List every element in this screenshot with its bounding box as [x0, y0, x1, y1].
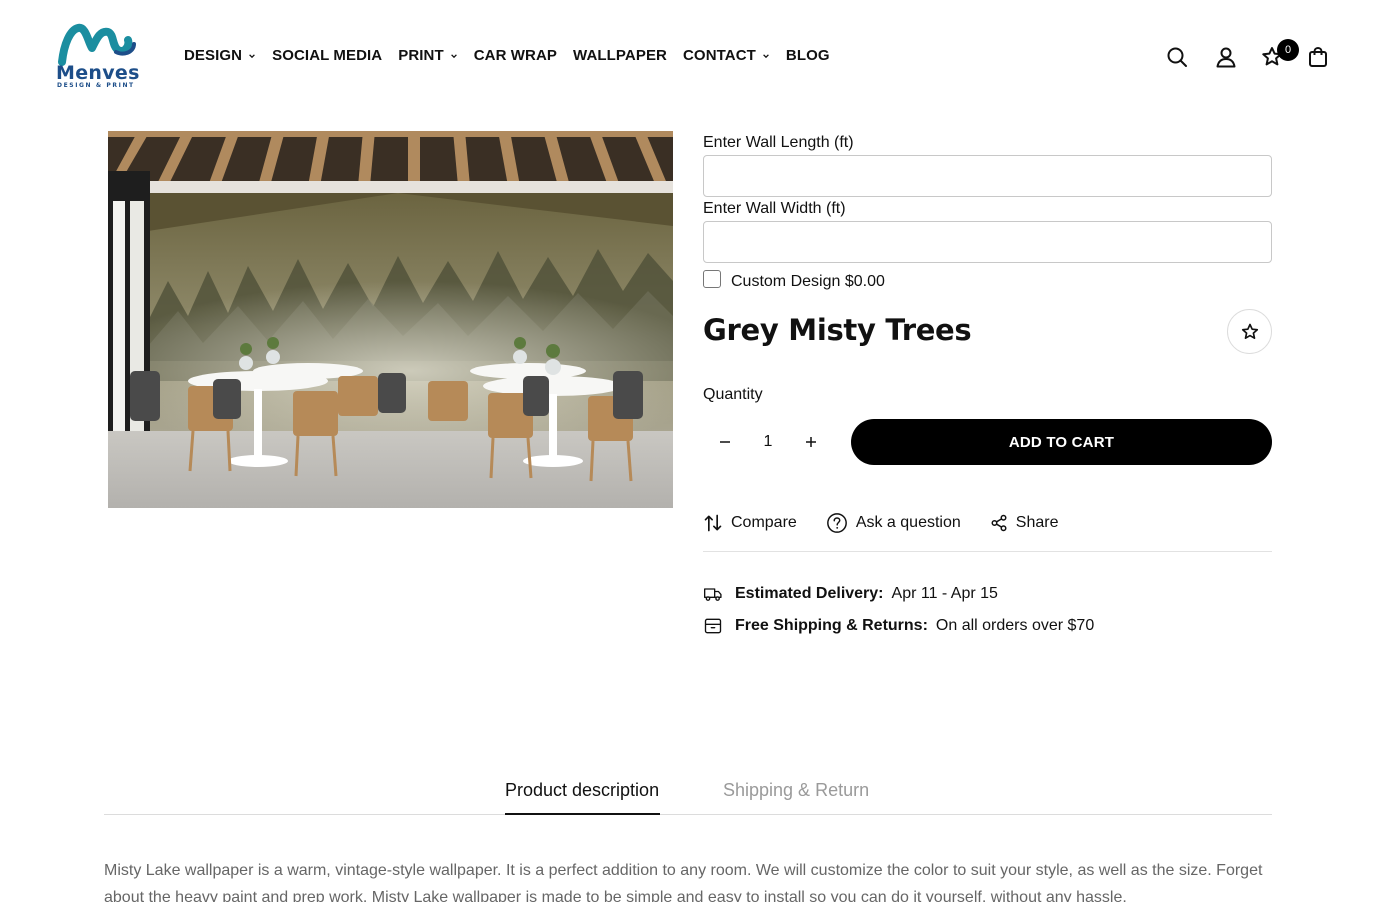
share-button[interactable]: Share: [990, 514, 1059, 532]
wall-length-input[interactable]: [703, 155, 1272, 197]
chevron-down-icon: [763, 53, 769, 58]
nav-item-car-wrap[interactable]: CAR WRAP: [474, 47, 557, 64]
minus-icon: [720, 441, 730, 443]
share-icon: [991, 514, 1007, 532]
wall-width-label: Enter Wall Width (ft): [703, 200, 846, 217]
question-icon: [826, 513, 847, 533]
delivery-value: Apr 11 - Apr 15: [891, 585, 998, 602]
nav-item-label: CONTACT: [683, 47, 756, 64]
nav-item-print[interactable]: PRINT: [398, 47, 458, 64]
star-icon: [1241, 323, 1258, 339]
nav-item-label: SOCIAL MEDIA: [272, 47, 383, 64]
quantity-increase-button[interactable]: [789, 419, 833, 465]
logo-tagline: DESIGN & PRINT: [57, 82, 135, 89]
ask-question-button[interactable]: Ask a question: [826, 512, 961, 534]
wishlist-count-badge: 0: [1277, 39, 1299, 61]
quantity-label: Quantity: [703, 386, 763, 403]
truck-icon: [704, 588, 722, 601]
custom-design-checkbox[interactable]: [703, 270, 721, 288]
logo-mark-icon: [58, 23, 136, 66]
ask-question-label: Ask a question: [855, 514, 961, 531]
nav-item-contact[interactable]: CONTACT: [683, 47, 770, 64]
nav-item-label: BLOG: [785, 47, 830, 64]
quantity-stepper: 1: [703, 419, 833, 465]
nav-item-label: CAR WRAP: [473, 47, 558, 64]
product-tabs: Product description Shipping & Return: [104, 771, 1272, 815]
chevron-down-icon: [450, 53, 457, 58]
shipping-value: On all orders over $70: [935, 617, 1095, 634]
active-tab-indicator: [505, 813, 660, 815]
tab-shipping-return[interactable]: Shipping & Return: [723, 780, 869, 801]
quantity-decrease-button[interactable]: [703, 419, 747, 465]
shipping-label: Free Shipping & Returns:: [735, 617, 928, 634]
bag-icon[interactable]: [1306, 45, 1330, 69]
quantity-value[interactable]: 1: [748, 433, 788, 451]
nav-item-social-media[interactable]: SOCIAL MEDIA: [272, 47, 382, 64]
product-title: Grey Misty Trees: [703, 313, 972, 347]
plus-icon: [806, 437, 816, 447]
compare-icon: [704, 514, 722, 532]
nav-item-design[interactable]: DESIGN: [184, 47, 256, 64]
delivery-label: Estimated Delivery:: [735, 585, 884, 602]
product-actions: Compare Ask a question Share: [703, 512, 1087, 534]
nav-item-wallpaper[interactable]: WALLPAPER: [573, 47, 667, 64]
estimated-delivery: Estimated Delivery: Apr 11 - Apr 15: [703, 584, 998, 604]
custom-design-option[interactable]: Custom Design $0.00: [703, 270, 885, 291]
custom-design-label: Custom Design $0.00: [731, 273, 885, 290]
add-to-cart-button[interactable]: ADD TO CART: [851, 419, 1272, 465]
wall-length-label: Enter Wall Length (ft): [703, 134, 854, 151]
nav-item-blog[interactable]: BLOG: [786, 47, 830, 64]
compare-label: Compare: [731, 514, 797, 531]
product-description-text: Misty Lake wallpaper is a warm, vintage-…: [104, 862, 1263, 902]
add-to-wishlist-button[interactable]: [1227, 309, 1272, 354]
divider: [703, 551, 1272, 552]
nav-item-label: WALLPAPER: [573, 47, 667, 64]
logo-text: Menves: [56, 62, 140, 84]
free-shipping: Free Shipping & Returns: On all orders o…: [703, 616, 1094, 636]
compare-button[interactable]: Compare: [703, 513, 797, 533]
wall-width-input[interactable]: [703, 221, 1272, 263]
share-label: Share: [1015, 514, 1059, 531]
site-header: Menves DESIGN & PRINT DESIGN SOCIAL MEDI…: [0, 0, 1389, 110]
tab-product-description[interactable]: Product description: [505, 780, 659, 801]
nav-item-label: DESIGN: [184, 47, 243, 64]
chevron-down-icon: [249, 53, 255, 58]
brand-logo[interactable]: Menves DESIGN & PRINT: [54, 22, 144, 92]
user-icon[interactable]: [1214, 45, 1238, 69]
box-icon: [704, 618, 722, 634]
search-icon[interactable]: [1165, 45, 1189, 69]
product-image[interactable]: [108, 131, 673, 508]
nav-item-label: PRINT: [398, 47, 444, 64]
main-nav: DESIGN SOCIAL MEDIA PRINT CAR WRAP WALLP…: [184, 47, 846, 64]
product-photo: [108, 131, 673, 508]
